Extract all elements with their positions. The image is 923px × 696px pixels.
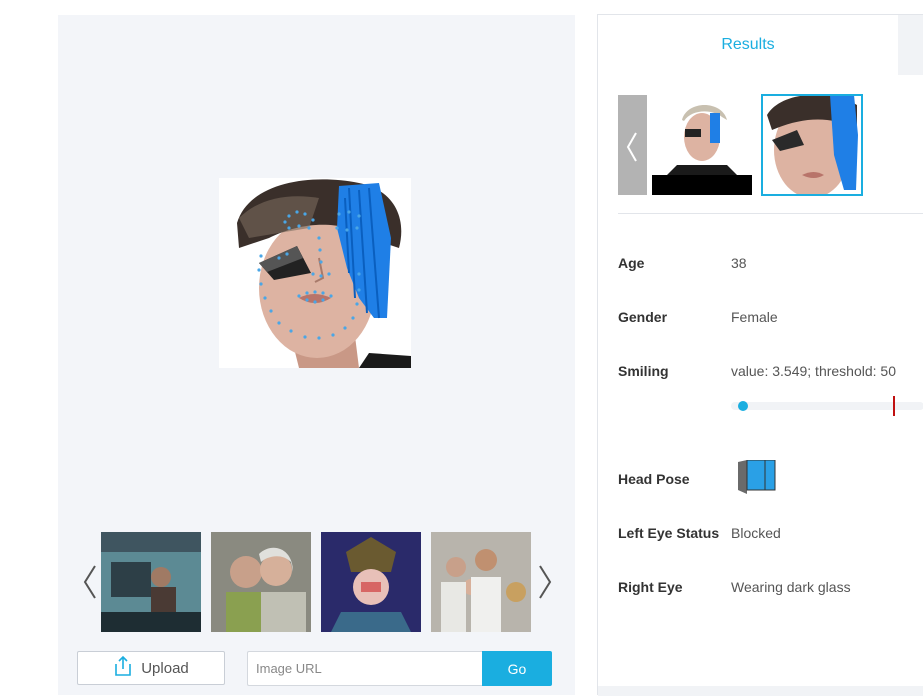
smiling-slider-knob[interactable] bbox=[737, 401, 748, 411]
analyzed-face-image bbox=[219, 178, 411, 368]
smiling-label: Smiling bbox=[618, 363, 669, 379]
go-button[interactable]: Go bbox=[482, 651, 552, 686]
left-eye-status-value: Blocked bbox=[731, 525, 781, 541]
chevron-left-icon[interactable] bbox=[80, 562, 100, 602]
right-eye-value: Wearing dark glass bbox=[731, 579, 851, 595]
sample-image-carousel bbox=[80, 532, 555, 632]
gender-label: Gender bbox=[618, 309, 668, 325]
chevron-left-icon[interactable] bbox=[618, 95, 647, 195]
gender-value: Female bbox=[731, 309, 778, 325]
left-eye-status-label: Left Eye Status bbox=[618, 525, 720, 541]
head-pose-label: Head Pose bbox=[618, 471, 690, 487]
tab-results[interactable]: Results bbox=[598, 15, 898, 75]
image-url-input[interactable] bbox=[247, 651, 482, 686]
age-label: Age bbox=[618, 255, 645, 271]
detected-face-thumbnail[interactable] bbox=[652, 95, 752, 195]
results-panel: Results Age 38 Gender Female Smiling val… bbox=[597, 14, 923, 696]
tab-inactive[interactable] bbox=[898, 15, 923, 75]
upload-label: Upload bbox=[141, 659, 189, 677]
sample-thumbnail-couple[interactable] bbox=[211, 532, 311, 632]
image-url-form: Go bbox=[247, 651, 552, 686]
smiling-threshold-marker bbox=[892, 396, 895, 416]
sample-thumbnail-car[interactable] bbox=[101, 532, 201, 632]
detected-face-thumbnail-selected[interactable] bbox=[761, 94, 863, 196]
right-eye-label: Right Eye bbox=[618, 579, 683, 595]
upload-icon bbox=[113, 655, 133, 681]
detected-faces-carousel bbox=[618, 94, 923, 196]
chevron-right-icon[interactable] bbox=[535, 562, 555, 602]
head-pose-icon bbox=[736, 459, 776, 494]
upload-button[interactable]: Upload bbox=[77, 651, 225, 685]
sample-thumbnail-family[interactable] bbox=[431, 532, 531, 632]
divider bbox=[618, 213, 923, 214]
face-photo bbox=[219, 178, 411, 368]
sample-thumbnail-opera[interactable] bbox=[321, 532, 421, 632]
smiling-value: value: 3.549; threshold: 50 bbox=[731, 363, 897, 379]
age-value: 38 bbox=[731, 255, 747, 271]
image-panel bbox=[58, 15, 575, 695]
